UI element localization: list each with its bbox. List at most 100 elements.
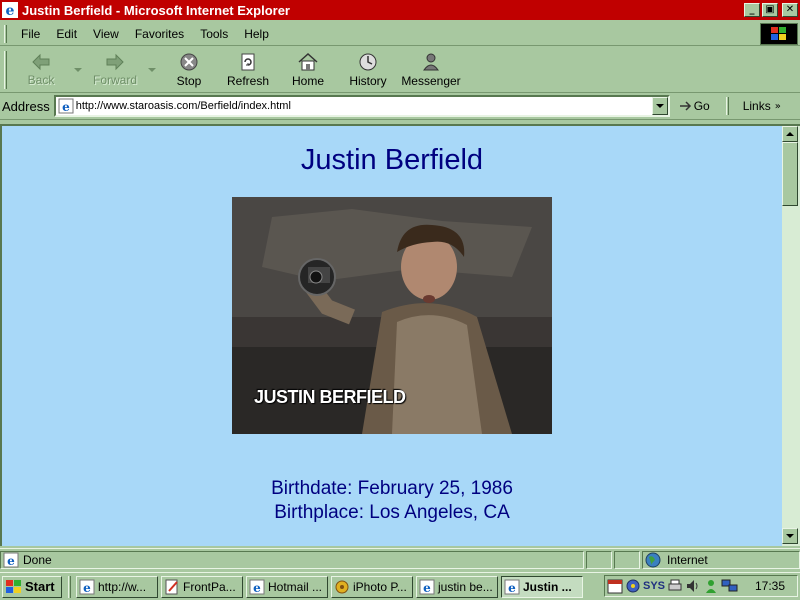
tray-volume-icon[interactable] <box>685 578 701 594</box>
status-bar: e Done Internet <box>0 548 800 570</box>
forward-arrow-icon <box>106 53 124 70</box>
history-icon <box>359 53 377 70</box>
go-button[interactable]: Go <box>678 99 722 113</box>
taskbar-button[interactable]: e Hotmail ... <box>246 575 328 598</box>
birthdate-text: Birthdate: February 25, 1986 <box>271 478 513 499</box>
address-dropdown-button[interactable] <box>651 97 668 115</box>
start-label: Start <box>25 579 55 594</box>
taskbar-button-active[interactable]: e Justin ... <box>501 575 583 598</box>
menu-favorites[interactable]: Favorites <box>127 27 192 41</box>
address-label: Address <box>2 98 50 114</box>
forward-button[interactable]: Forward <box>87 48 143 92</box>
close-button[interactable]: ✕ <box>782 3 798 17</box>
home-button[interactable]: Home <box>279 48 337 92</box>
svg-text:e: e <box>7 554 15 568</box>
taskbar-button-label: iPhoto P... <box>353 579 407 594</box>
menu-tools[interactable]: Tools <box>192 27 236 41</box>
taskbar-button[interactable]: e http://w... <box>76 575 158 598</box>
stop-icon <box>180 53 198 70</box>
address-bar: Address e http://www.staroasis.com/Berfi… <box>0 93 800 120</box>
svg-text:e: e <box>253 581 261 595</box>
svg-text:e: e <box>423 581 431 595</box>
menu-help[interactable]: Help <box>236 27 277 41</box>
menu-view[interactable]: View <box>85 27 127 41</box>
photo-caption: JUSTIN BERFIELD <box>254 387 406 407</box>
tray-printer-icon[interactable] <box>667 578 683 594</box>
stop-button[interactable]: Stop <box>161 48 217 92</box>
windows-logo-icon <box>760 23 798 45</box>
status-cell-empty <box>614 550 640 569</box>
tray-network-icon[interactable] <box>625 578 641 594</box>
home-icon <box>298 52 318 70</box>
standard-toolbar: Back Forward Stop Refresh Home History M… <box>0 47 800 93</box>
address-input[interactable]: e http://www.staroasis.com/Berfield/inde… <box>53 95 670 117</box>
history-label: History <box>349 73 387 88</box>
actor-photo: JUSTIN BERFIELD <box>232 197 552 434</box>
arrow-down-icon <box>786 534 794 538</box>
taskbar-button[interactable]: iPhoto P... <box>331 575 413 598</box>
back-dropdown[interactable] <box>69 48 87 92</box>
globe-icon <box>645 552 661 567</box>
svg-text:e: e <box>62 100 70 114</box>
taskbar-button[interactable]: e justin be... <box>416 575 498 598</box>
messenger-icon <box>423 53 439 70</box>
maximize-button[interactable]: ▣ <box>762 3 778 17</box>
ie-icon: e <box>79 579 95 595</box>
taskbar-button-label: http://w... <box>98 579 147 594</box>
svg-text:e: e <box>83 581 91 595</box>
history-button[interactable]: History <box>337 48 399 92</box>
tray-computers-icon[interactable] <box>721 578 739 594</box>
chevron-right-icon: » <box>774 100 781 112</box>
taskbar-button-label: justin be... <box>438 579 493 594</box>
toolbar-grip[interactable] <box>4 24 7 43</box>
menu-file[interactable]: File <box>13 27 48 41</box>
page-viewport[interactable]: Justin Berfield JUSTIN BERFIELD Birthdat… <box>0 124 782 546</box>
go-label: Go <box>693 99 710 113</box>
zone-text: Internet <box>667 552 708 567</box>
taskbar-grip[interactable] <box>68 575 71 598</box>
stop-label: Stop <box>176 73 202 88</box>
scroll-down-button[interactable] <box>782 528 798 544</box>
taskbar-button-label: Hotmail ... <box>268 579 323 594</box>
vertical-scrollbar[interactable] <box>782 124 800 546</box>
svg-text:e: e <box>508 581 516 595</box>
ie-icon: e <box>249 579 265 595</box>
arrow-up-icon <box>786 132 794 136</box>
status-text: Done <box>23 552 52 567</box>
frontpage-icon <box>165 579 178 594</box>
scroll-up-button[interactable] <box>782 126 798 142</box>
scroll-thumb[interactable] <box>782 142 798 206</box>
home-label: Home <box>291 73 324 88</box>
toolbar-grip[interactable] <box>4 50 7 89</box>
tray-calendar-icon[interactable] <box>607 578 623 594</box>
messenger-button[interactable]: Messenger <box>399 48 463 92</box>
windows-logo-icon <box>6 579 21 593</box>
birthplace-text: Birthplace: Los Angeles, CA <box>274 502 510 523</box>
tray-user-icon[interactable] <box>703 578 719 594</box>
window-title: Justin Berfield - Microsoft Internet Exp… <box>22 2 290 18</box>
menu-bar: File Edit View Favorites Tools Help <box>0 22 800 46</box>
refresh-label: Refresh <box>226 73 270 88</box>
links-toolbar[interactable]: Links » <box>743 99 781 113</box>
ie-icon: e <box>504 579 520 595</box>
page-heading: Justin Berfield <box>300 144 484 176</box>
refresh-button[interactable]: Refresh <box>217 48 279 92</box>
back-label: Back <box>27 72 55 87</box>
messenger-label: Messenger <box>401 73 461 88</box>
tray-sys-label[interactable]: SYS <box>643 580 665 592</box>
forward-label: Forward <box>92 72 137 87</box>
ie-icon: e <box>419 579 435 595</box>
title-bar: e Justin Berfield - Microsoft Internet E… <box>0 0 800 20</box>
back-button[interactable]: Back <box>13 48 69 92</box>
forward-dropdown[interactable] <box>143 48 161 92</box>
system-tray: SYS 17:35 <box>604 575 798 597</box>
iphoto-icon <box>335 580 349 593</box>
taskbar-button-label: Justin ... <box>523 579 572 594</box>
menu-edit[interactable]: Edit <box>48 27 85 41</box>
taskbar: Start e http://w... FrontPa... e Hotmail… <box>0 572 800 600</box>
taskbar-button[interactable]: FrontPa... <box>161 575 243 598</box>
minimize-button[interactable]: _ <box>744 3 760 17</box>
toolbar-grip[interactable] <box>725 97 729 115</box>
start-button[interactable]: Start <box>2 575 62 598</box>
clock[interactable]: 17:35 <box>755 579 785 593</box>
